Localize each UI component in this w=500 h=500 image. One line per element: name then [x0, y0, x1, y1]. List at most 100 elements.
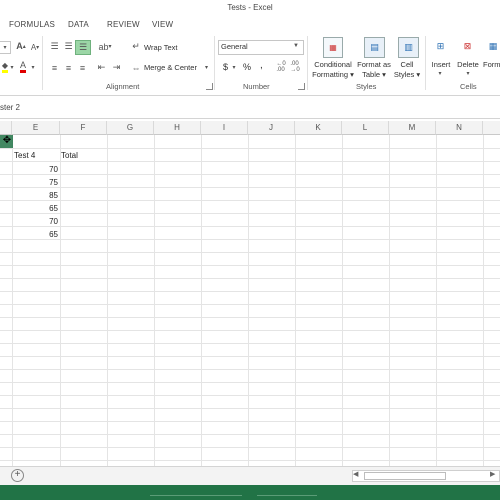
- group-label-cells: Cells: [460, 82, 477, 91]
- number-launcher-icon[interactable]: [298, 83, 305, 90]
- align-left-icon[interactable]: ≡: [48, 61, 61, 74]
- wrap-text-icon[interactable]: ↵: [129, 40, 143, 53]
- insert-dropdown-icon[interactable]: ▾: [436, 69, 444, 77]
- middle-align-icon[interactable]: ☰: [62, 40, 75, 53]
- tab-review[interactable]: REVIEW: [107, 20, 140, 29]
- cell-total-header[interactable]: Total: [61, 149, 78, 162]
- move-cursor-icon: ✥: [2, 135, 12, 146]
- grid-row-line: [0, 304, 500, 305]
- grid-row-line: [0, 187, 500, 188]
- cell-test4-header[interactable]: Test 4: [14, 149, 35, 162]
- column-header-f[interactable]: F: [60, 121, 107, 135]
- column-header-e[interactable]: E: [12, 121, 60, 135]
- column-header-m[interactable]: M: [389, 121, 436, 135]
- grid-row-line: [0, 369, 500, 370]
- grid-column-line: [60, 135, 61, 466]
- merge-center-icon[interactable]: ⇔: [129, 61, 143, 74]
- font-color-icon[interactable]: A: [17, 60, 29, 73]
- group-label-styles: Styles: [356, 82, 377, 91]
- cell-styles-line1[interactable]: Cell: [393, 60, 421, 69]
- tab-formulas[interactable]: FORMULAS: [9, 20, 55, 29]
- decrease-indent-icon[interactable]: ⇤: [95, 61, 108, 74]
- format-as-table-icon[interactable]: ▤: [364, 37, 385, 58]
- column-header-h[interactable]: H: [154, 121, 201, 135]
- cell-test4-value[interactable]: 65: [12, 202, 58, 215]
- column-header-partial[interactable]: [0, 121, 12, 135]
- column-header-g[interactable]: G: [107, 121, 154, 135]
- ribbon-separator: [214, 36, 215, 90]
- column-header-partial[interactable]: [483, 121, 500, 135]
- scroll-left-icon[interactable]: ◀: [353, 470, 358, 478]
- formula-bar-text[interactable]: ster 2: [0, 103, 20, 112]
- format-cells-icon[interactable]: ▦: [486, 37, 500, 56]
- decrease-decimal-icon[interactable]: .00 →0: [289, 60, 301, 74]
- increase-indent-icon[interactable]: ⇥: [110, 61, 123, 74]
- cell-test4-value[interactable]: 70: [12, 215, 58, 228]
- merge-dropdown-icon[interactable]: ▾: [203, 63, 210, 72]
- font-color-dropdown-icon[interactable]: ▾: [30, 61, 36, 73]
- wrap-text-button[interactable]: Wrap Text: [144, 43, 178, 52]
- format-as-table-line2[interactable]: Table ▾: [356, 70, 392, 79]
- conditional-formatting-line2[interactable]: Formatting ▾: [310, 70, 356, 79]
- status-bar: [0, 485, 500, 500]
- comma-button[interactable]: ,: [260, 61, 263, 71]
- format-as-table-line1[interactable]: Format as: [356, 60, 392, 69]
- currency-dropdown-icon[interactable]: ▾: [231, 63, 237, 72]
- align-center-icon[interactable]: ≡: [62, 61, 75, 74]
- column-header-i[interactable]: I: [201, 121, 248, 135]
- cell-test4-value[interactable]: 85: [12, 189, 58, 202]
- grid-row-line: [0, 330, 500, 331]
- cell-test4-value[interactable]: 65: [12, 228, 58, 241]
- grid-column-line: [295, 135, 296, 466]
- delete-cells-icon[interactable]: ⊠: [459, 37, 476, 56]
- format-button[interactable]: Form: [483, 60, 500, 69]
- worksheet-grid[interactable]: [0, 121, 500, 466]
- conditional-formatting-line1[interactable]: Conditional: [312, 60, 354, 69]
- increase-font-icon[interactable]: A ▴: [15, 40, 27, 52]
- cell-test4-value[interactable]: 70: [12, 163, 58, 176]
- grid-column-line: [107, 135, 108, 466]
- grid-row-line: [0, 213, 500, 214]
- column-header-k[interactable]: K: [295, 121, 342, 135]
- grid-row-line: [0, 434, 500, 435]
- decrease-font-icon[interactable]: A ▾: [29, 41, 41, 53]
- cell-test4-value[interactable]: 75: [12, 176, 58, 189]
- formula-bar: [0, 96, 500, 119]
- delete-button[interactable]: Delete: [455, 60, 481, 69]
- tab-data[interactable]: DATA: [68, 20, 89, 29]
- tab-view[interactable]: VIEW: [152, 20, 173, 29]
- fill-color-dropdown-icon[interactable]: ▾: [9, 61, 15, 73]
- alignment-launcher-icon[interactable]: [206, 83, 213, 90]
- grid-row-line: [0, 356, 500, 357]
- percent-button[interactable]: %: [243, 63, 251, 72]
- grid-row-line: [0, 382, 500, 383]
- chevron-down-icon: ▼: [293, 43, 299, 49]
- conditional-formatting-icon[interactable]: ▦: [323, 37, 343, 58]
- grid-row-line: [0, 291, 500, 292]
- increase-decimal-icon[interactable]: ←0.00: [275, 60, 287, 74]
- currency-button[interactable]: $: [223, 63, 228, 72]
- insert-button[interactable]: Insert: [429, 60, 453, 69]
- grid-row-line: [0, 408, 500, 409]
- grid-row-line: [0, 317, 500, 318]
- column-header-j[interactable]: J: [248, 121, 295, 135]
- ribbon-separator: [307, 36, 308, 90]
- cell-styles-line2[interactable]: Styles ▾: [391, 70, 423, 79]
- merge-center-button[interactable]: Merge & Center: [144, 63, 197, 72]
- column-header-l[interactable]: L: [342, 121, 389, 135]
- grid-row-line: [0, 421, 500, 422]
- column-header-n[interactable]: N: [436, 121, 483, 135]
- scrollbar-thumb[interactable]: [364, 472, 446, 480]
- delete-dropdown-icon[interactable]: ▾: [464, 69, 472, 77]
- bottom-align-icon[interactable]: ☰: [75, 40, 91, 55]
- grid-column-line: [389, 135, 390, 466]
- top-align-icon[interactable]: ☰: [48, 40, 61, 53]
- orientation-icon[interactable]: ab ▾: [95, 40, 115, 53]
- insert-cells-icon[interactable]: ⊞: [432, 37, 449, 56]
- cell-styles-icon[interactable]: ▥: [398, 37, 419, 58]
- grid-row-line: [0, 226, 500, 227]
- add-sheet-button[interactable]: +: [11, 469, 24, 482]
- font-size-dropdown[interactable]: ▾: [0, 41, 11, 54]
- align-right-icon[interactable]: ≡: [76, 61, 89, 74]
- scroll-right-icon[interactable]: ▶: [490, 470, 495, 478]
